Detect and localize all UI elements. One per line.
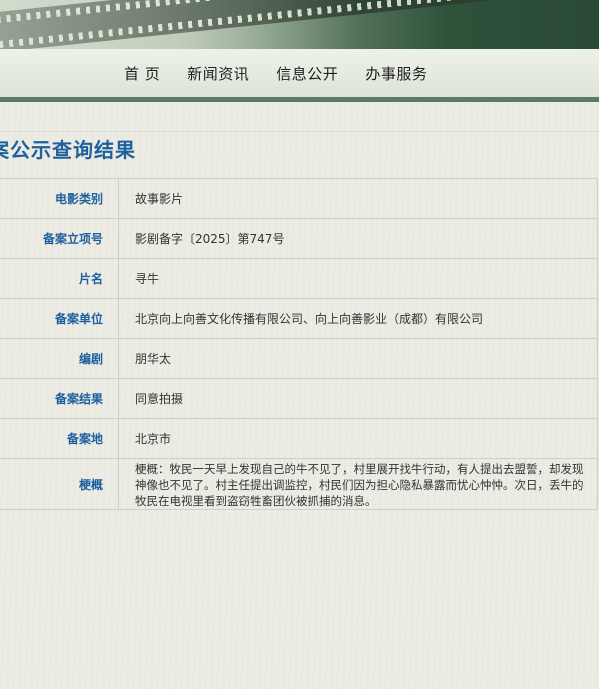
field-value-film-category: 故事影片 bbox=[118, 178, 598, 219]
nav-item-services[interactable]: 办事服务 bbox=[365, 63, 427, 84]
record-details-table: 电影类别 故事影片 备案立项号 影剧备字〔2025〕第747号 片名 寻牛 备案… bbox=[0, 178, 598, 510]
title-divider bbox=[0, 131, 599, 132]
field-value-synopsis: 梗概：牧民一天早上发现自己的牛不见了，村里展开找牛行动，有人提出去盟誓，却发现神… bbox=[118, 458, 598, 510]
field-label-filing-result: 备案结果 bbox=[0, 378, 119, 419]
table-row: 片名 寻牛 bbox=[0, 258, 598, 299]
header-banner bbox=[0, 0, 599, 49]
field-value-filing-unit: 北京向上向善文化传播有限公司、向上向善影业（成都）有限公司 bbox=[118, 298, 598, 339]
field-label-filing-unit: 备案单位 bbox=[0, 298, 119, 339]
main-nav: 首 页 新闻资讯 信息公开 办事服务 bbox=[0, 49, 599, 97]
table-row: 编剧 朋华太 bbox=[0, 338, 598, 379]
field-label-filing-number: 备案立项号 bbox=[0, 218, 119, 259]
field-value-filing-number: 影剧备字〔2025〕第747号 bbox=[118, 218, 598, 259]
field-label-filing-location: 备案地 bbox=[0, 418, 119, 459]
nav-item-home[interactable]: 首 页 bbox=[124, 63, 160, 84]
page-title: 案公示查询结果 bbox=[0, 138, 136, 162]
nav-item-news[interactable]: 新闻资讯 bbox=[187, 63, 249, 84]
field-value-screenwriter: 朋华太 bbox=[118, 338, 598, 379]
table-row: 备案地 北京市 bbox=[0, 418, 598, 459]
field-value-film-title: 寻牛 bbox=[118, 258, 598, 299]
nav-underline-bar bbox=[0, 97, 599, 102]
field-label-synopsis: 梗概 bbox=[0, 458, 119, 510]
field-value-filing-location: 北京市 bbox=[118, 418, 598, 459]
field-value-filing-result: 同意拍摄 bbox=[118, 378, 598, 419]
field-label-film-category: 电影类别 bbox=[0, 178, 119, 219]
field-label-film-title: 片名 bbox=[0, 258, 119, 299]
table-row: 备案单位 北京向上向善文化传播有限公司、向上向善影业（成都）有限公司 bbox=[0, 298, 598, 339]
table-row: 电影类别 故事影片 bbox=[0, 178, 598, 219]
table-row: 备案立项号 影剧备字〔2025〕第747号 bbox=[0, 218, 598, 259]
nav-item-info-disclosure[interactable]: 信息公开 bbox=[276, 63, 338, 84]
field-label-screenwriter: 编剧 bbox=[0, 338, 119, 379]
table-row: 梗概 梗概：牧民一天早上发现自己的牛不见了，村里展开找牛行动，有人提出去盟誓，却… bbox=[0, 458, 598, 510]
table-row: 备案结果 同意拍摄 bbox=[0, 378, 598, 419]
